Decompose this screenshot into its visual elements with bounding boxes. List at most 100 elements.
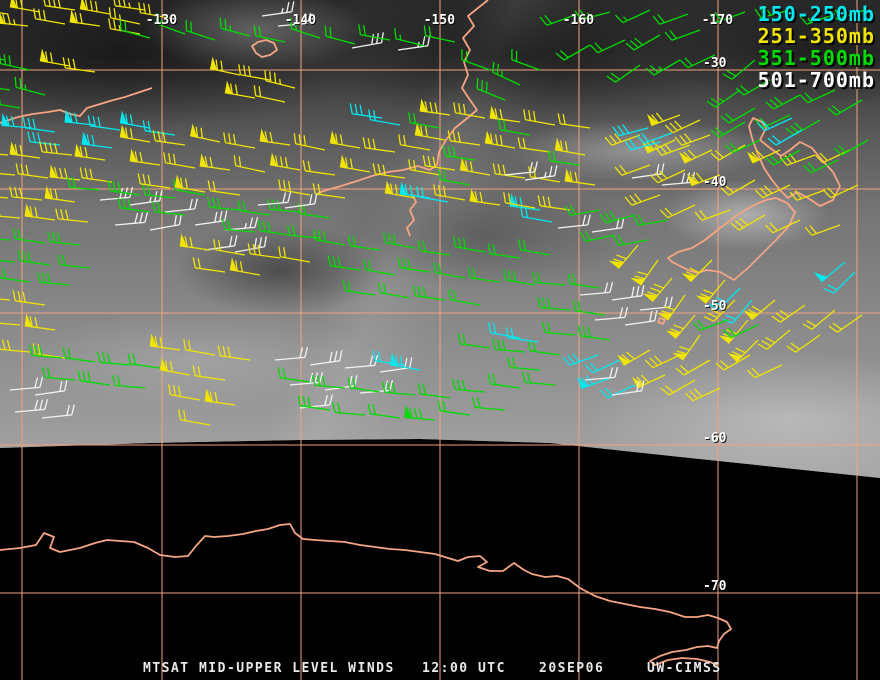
wind-barb-g	[438, 169, 471, 186]
wind-barb-y	[278, 179, 311, 196]
wind-barb-g	[487, 243, 521, 259]
wind-barb-g	[219, 17, 251, 37]
wind-barb-y	[557, 113, 591, 129]
wind-barb-w	[344, 354, 379, 369]
wind-barb-y	[484, 130, 516, 149]
wind-barb-g	[487, 373, 521, 389]
wind-barb-g	[567, 273, 601, 289]
wind-barb-y	[433, 184, 466, 201]
wind-barb-y	[149, 333, 181, 351]
wind-barb-y	[0, 151, 9, 156]
wind-barb-w	[257, 191, 292, 206]
wind-barb-w	[611, 285, 645, 301]
wind-barb-y	[649, 169, 686, 184]
wind-barb-g	[77, 370, 111, 386]
wind-barb-y	[617, 349, 651, 366]
wind-barb-c	[349, 103, 383, 119]
wind-barb-g	[277, 367, 311, 383]
wind-barb-g	[652, 13, 689, 25]
wind-barb-y	[0, 171, 16, 176]
wind-barb-y	[159, 357, 191, 376]
wind-barb-y	[9, 0, 41, 13]
wind-barb-y	[0, 9, 9, 15]
wind-barb-y	[42, 0, 76, 11]
wind-barb-y	[168, 384, 201, 401]
wind-barb-g	[476, 78, 506, 101]
wind-barb-y	[422, 155, 456, 171]
wind-barb-y	[694, 209, 731, 221]
wind-barb-y	[189, 123, 221, 143]
wind-barb-y	[730, 214, 766, 231]
wind-barb-w	[351, 32, 384, 49]
wind-barb-y	[137, 173, 171, 189]
wind-barb-g	[96, 351, 131, 366]
wind-barb-g	[0, 267, 31, 283]
wind-barb-g	[14, 76, 46, 96]
wind-barb-g	[614, 9, 651, 24]
pressure-level-legend: 150-250mb 251-350mb 351-500mb 501-700mb	[758, 3, 875, 91]
wind-barb-g	[107, 180, 141, 196]
caption-time: 12:00 UTC	[422, 661, 506, 676]
wind-barb-y	[55, 208, 89, 223]
wind-barb-y	[329, 130, 361, 149]
wind-barb-g	[342, 280, 376, 296]
wind-barb-w	[149, 214, 182, 231]
legend-item-351-500: 351-500mb	[757, 46, 875, 70]
caption-date: 20SEP06	[539, 661, 605, 676]
wind-barb-y	[0, 205, 21, 219]
wind-barb-y	[74, 143, 106, 161]
wind-barb-g	[506, 356, 541, 371]
coastline-antarctica	[0, 523, 732, 666]
grid-lines	[0, 0, 880, 680]
wind-barb-y	[9, 141, 41, 159]
wind-barb-g	[518, 239, 551, 256]
legend-item-501-700: 501-700mb	[757, 68, 875, 92]
coastline-island-chain-branch	[406, 193, 417, 237]
wind-barb-y	[604, 133, 641, 146]
wind-barb-g	[47, 231, 81, 246]
wind-barb-y	[79, 167, 113, 183]
wind-barb-y	[192, 365, 226, 381]
wind-barb-g	[367, 403, 401, 419]
wind-barb-y	[259, 128, 291, 146]
wind-barb-y	[339, 154, 371, 173]
wind-barb-y	[0, 10, 29, 27]
wind-barb-y	[660, 379, 696, 396]
legend-item-150-250: 150-250mb	[757, 2, 875, 26]
wind-barb-c	[562, 353, 599, 366]
wind-barb-g	[521, 371, 556, 386]
wind-barb-g	[363, 259, 396, 276]
wind-barb-y	[489, 105, 521, 123]
wind-barb-c	[81, 131, 113, 149]
wind-barb-g	[127, 353, 161, 369]
wind-barb-y	[163, 152, 196, 169]
wind-barb-g	[536, 296, 571, 311]
wind-barb-y	[642, 277, 673, 302]
wind-barb-g	[12, 228, 46, 244]
wind-barb-y	[362, 137, 396, 153]
wind-barb-g	[467, 267, 501, 283]
wind-barb-y	[659, 204, 696, 219]
wind-barb-g	[451, 378, 486, 393]
wind-barb-y	[459, 157, 491, 176]
wind-barb-w	[274, 346, 309, 361]
wind-barb-y	[33, 8, 66, 25]
wind-barb-y	[112, 0, 146, 11]
longitude-label: -170	[701, 13, 734, 28]
wind-barb-y	[302, 160, 336, 176]
wind-barb-g	[541, 321, 576, 336]
wind-barb-y	[822, 184, 859, 199]
wind-barb-g	[555, 44, 591, 61]
coastline-stewart-island	[657, 317, 666, 325]
coastline-nz-south-island	[667, 197, 796, 281]
wind-barb-y	[12, 290, 46, 306]
legend-item-251-350: 251-350mb	[757, 24, 875, 48]
wind-barb-y	[178, 409, 211, 426]
wind-barb-g	[347, 377, 381, 393]
wind-barb-g	[331, 401, 366, 416]
wind-barb-y	[804, 224, 841, 236]
wind-barb-g	[0, 85, 11, 91]
wind-barb-y	[233, 155, 266, 173]
wind-barb-y	[79, 0, 111, 15]
wind-barb-g	[404, 405, 436, 421]
